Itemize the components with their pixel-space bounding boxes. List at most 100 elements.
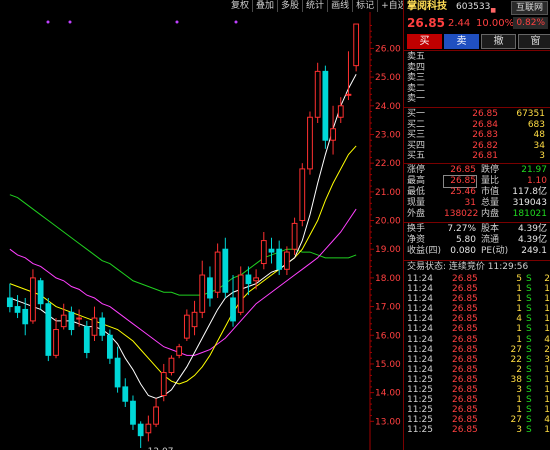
quote-label: 最高 — [407, 176, 426, 186]
tick-count: 1 — [544, 284, 550, 295]
tick-time: 11:24 — [407, 314, 433, 325]
tick-row: 11:24 26.85 1 S 1 — [404, 324, 550, 334]
quote-panel: 掌阅科技 603533■ 互联网 26.85 2.44 10.00% 0.82%… — [403, 0, 550, 450]
y-tick-label: 13.00 — [375, 417, 401, 427]
tick-count: 1 — [544, 395, 550, 406]
event-marker — [68, 20, 72, 24]
quote-row: 现量 31 总量 319043 — [404, 198, 550, 209]
tick-price: 26.85 — [452, 274, 478, 284]
bid-row[interactable]: 买三 26.83 48 — [404, 130, 550, 141]
price-axis-group: 13.00 14.00 15.00 16.00 17.00 18.00 19.00 20.00… — [369, 0, 401, 450]
tick-time: 11:25 — [407, 425, 433, 436]
candle — [91, 306, 98, 341]
quote-label: 量比 — [481, 176, 500, 186]
stock-name: 掌阅科技 — [407, 1, 447, 12]
tick-direction: S — [526, 374, 532, 385]
tick-row: 11:24 26.85 22 S 3 — [404, 355, 550, 365]
tick-volume: 1 — [516, 304, 522, 315]
tick-direction: S — [526, 405, 532, 416]
bid-row[interactable]: 买二 26.84 683 — [404, 120, 550, 131]
candle — [253, 269, 259, 290]
tick-row: 11:24 26.85 1 S 4 — [404, 335, 550, 345]
window-button[interactable]: 窗 — [518, 34, 550, 49]
candle-body — [345, 93, 352, 96]
candle-body — [122, 386, 129, 402]
tick-time: 11:24 — [407, 354, 433, 365]
adjust-button[interactable]: 复权 — [228, 0, 253, 12]
mark-button[interactable]: 标记 — [352, 0, 378, 12]
candle-body — [99, 317, 106, 336]
tick-row: 11:25 26.85 27 S 4 — [404, 415, 550, 425]
candle-body — [37, 280, 44, 305]
quote-label: 涨停 — [407, 165, 426, 175]
tick-direction: S — [526, 294, 532, 305]
candle-body — [130, 400, 136, 425]
candle-body — [114, 357, 121, 388]
candle — [207, 266, 213, 307]
tick-direction: S — [526, 344, 532, 355]
tick-row: 11:24 26.85 1 S 1 — [404, 284, 550, 294]
kline-chart-area[interactable]: 13.00 14.00 15.00 16.00 17.00 18.00 19.00 20.00… — [0, 0, 435, 450]
candle-body — [83, 326, 90, 353]
tick-direction: S — [526, 395, 532, 406]
event-marker — [46, 20, 50, 24]
candle-body — [145, 423, 152, 434]
tick-row: 11:24 26.85 27 S 2 — [404, 345, 550, 355]
candles-group — [6, 23, 360, 448]
overlay-button[interactable]: 叠加 — [252, 0, 278, 12]
quote-label: PE(动) — [481, 246, 509, 256]
tick-price: 26.85 — [452, 415, 478, 426]
trade-status: 交易状态: 连续竞价 11:29:56 — [404, 262, 550, 273]
candle — [122, 378, 129, 407]
candle — [353, 23, 360, 72]
y-tick-label: 15.00 — [375, 360, 401, 370]
tick-list[interactable]: 11:24 26.85 5 S 2 11:24 26.85 1 S 1 11:24 26.85 1 S 1 1… — [404, 274, 550, 436]
candle-body — [291, 222, 298, 250]
candle — [183, 309, 190, 341]
quote-value: 26.85 — [443, 175, 477, 188]
candle — [37, 277, 44, 310]
tick-price: 26.85 — [452, 374, 478, 385]
sell-button[interactable]: 卖 — [444, 34, 479, 49]
candle — [299, 163, 306, 227]
tick-price: 26.85 — [452, 405, 478, 416]
tick-direction: S — [526, 274, 532, 284]
candle-body — [214, 251, 221, 293]
tick-volume: 3 — [516, 425, 522, 436]
quote-label: 市值 — [481, 187, 500, 197]
kline-chart[interactable]: 13.00 14.00 15.00 16.00 17.00 18.00 19.00 20.00… — [0, 0, 402, 450]
tick-row: 11:24 26.85 5 S 2 — [404, 274, 550, 284]
candle-body — [237, 274, 244, 313]
divider — [404, 107, 550, 108]
tick-time: 11:25 — [407, 395, 433, 406]
tick-count: 1 — [544, 405, 550, 416]
sector-tag-button[interactable]: 互联网 — [510, 1, 548, 15]
candle — [307, 111, 313, 175]
quote-row: 最低 25.46 市值 117.8亿 — [404, 187, 550, 198]
pct-badge[interactable]: 0.82% — [513, 17, 548, 29]
tick-row: 11:24 26.85 2 S 1 — [404, 365, 550, 375]
moving-average-group — [9, 74, 357, 399]
bid-row[interactable]: 买四 26.82 34 — [404, 141, 550, 152]
tick-volume: 3 — [516, 385, 522, 396]
candle-body — [268, 248, 275, 253]
tick-price: 26.85 — [452, 334, 478, 345]
candle — [145, 415, 152, 442]
quote-label: 流通 — [481, 235, 500, 245]
tick-direction: S — [526, 364, 532, 375]
bid-row[interactable]: 买一 26.85 67351 — [404, 109, 550, 120]
tick-count: 4 — [544, 415, 550, 426]
cancel-order-button[interactable]: 撤 — [481, 34, 516, 49]
tick-direction: S — [526, 284, 532, 295]
candle — [284, 246, 290, 276]
tick-row: 11:25 26.85 3 S 1 — [404, 425, 550, 435]
statistics-button[interactable]: 统计 — [302, 0, 328, 12]
draw-line-button[interactable]: 画线 — [327, 0, 353, 12]
multi-stock-button[interactable]: 多股 — [277, 0, 303, 12]
candle — [191, 300, 198, 336]
stock-header: 掌阅科技 603533■ 互联网 — [404, 0, 550, 15]
tick-price: 26.85 — [452, 284, 478, 295]
buy-button[interactable]: 买 — [407, 34, 442, 49]
bid-row[interactable]: 买五 26.81 3 — [404, 151, 550, 162]
candle-body — [160, 372, 167, 397]
